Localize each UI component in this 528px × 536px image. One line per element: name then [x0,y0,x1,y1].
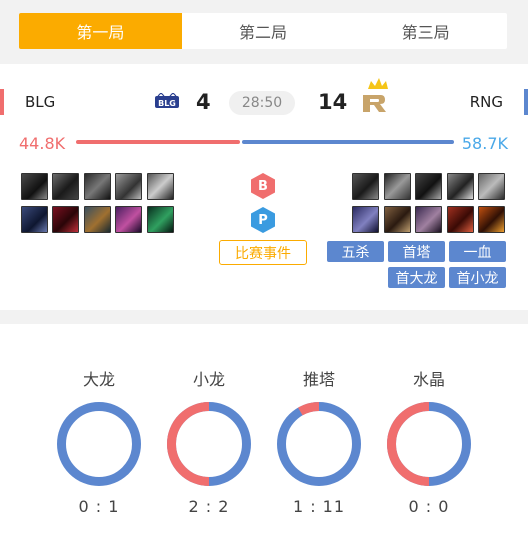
tag-first-dragon: 首小龙 [449,267,506,288]
stat-label: 推塔 [302,370,335,389]
baron-ratio-ring [57,402,141,486]
left-pick-champion-2[interactable] [52,206,79,233]
ring-left-segment [298,402,320,416]
ban-label: B [258,178,268,194]
dragon-ratio-ring [167,402,251,486]
stat-score: 0 : 0 [408,497,450,516]
left-pick-champion-3[interactable] [84,206,111,233]
right-ban-champion-5[interactable] [478,173,505,200]
left-ban-champion-1[interactable] [21,173,48,200]
left-pick-champion-4[interactable] [115,206,142,233]
tag-penta-kill: 五杀 [327,241,384,262]
tag-first-blood: 一血 [449,241,506,262]
stat-label: 小龙 [192,370,225,389]
ban-row-marker: B [251,173,275,199]
left-ban-champion-2[interactable] [52,173,79,200]
left-pick-champion-1[interactable] [21,206,48,233]
stat-score: 2 : 2 [188,497,230,516]
left-team-gold: 44.8K [19,134,66,153]
right-pick-champion-1[interactable] [352,206,379,233]
left-ban-champion-3[interactable] [84,173,111,200]
ring-right-segment [277,402,361,486]
right-ban-champion-2[interactable] [384,173,411,200]
right-pick-champion-3[interactable] [415,206,442,233]
blg-logo: BLG [155,93,179,108]
right-team-gold: 58.7K [461,134,508,153]
left-team-name: BLG [25,93,56,111]
left-team-kills: 4 [196,90,211,114]
ring-right-segment [57,402,141,486]
tab-game-2[interactable]: 第二局 [182,13,345,49]
match-summary-card: BLG BLG 4 28:50 14 RNG 44.8K 58.7K B P 比… [0,64,528,310]
left-team-color-marker [0,89,4,115]
ring-left-segment [387,402,430,486]
stat-label: 大龙 [82,370,115,389]
stat-label: 水晶 [412,370,445,389]
right-gold-bar [242,140,454,144]
objective-stats-panel: 大龙 0 : 1 小龙 2 : 2 推塔 1 : 11 水晶 0 : 0 [0,324,528,536]
inhibitor-ratio-ring [387,402,471,486]
ring-left-segment [167,402,210,486]
tag-first-baron: 首大龙 [388,267,445,288]
tab-game-3[interactable]: 第三局 [344,13,507,49]
right-ban-champion-4[interactable] [447,173,474,200]
right-ban-champion-3[interactable] [415,173,442,200]
stat-score: 1 : 11 [292,497,346,516]
right-team-color-marker [524,89,528,115]
tab-game-1[interactable]: 第一局 [19,13,182,49]
right-pick-champion-5[interactable] [478,206,505,233]
pick-label: P [258,212,268,228]
stat-score: 0 : 1 [78,497,120,516]
game-duration: 28:50 [229,91,295,115]
pick-row-marker: P [251,207,275,233]
right-team-kills: 14 [318,90,348,114]
tag-first-tower: 首塔 [388,241,445,262]
right-pick-champion-4[interactable] [447,206,474,233]
left-ban-champion-5[interactable] [147,173,174,200]
left-gold-bar [76,140,240,144]
left-pick-champion-5[interactable] [147,206,174,233]
game-tabs: 第一局 第二局 第三局 [19,13,507,49]
left-ban-champion-4[interactable] [115,173,142,200]
right-pick-champion-2[interactable] [384,206,411,233]
match-events-button[interactable]: 比赛事件 [219,240,307,265]
right-ban-champion-1[interactable] [352,173,379,200]
rng-logo [363,78,388,112]
tower-ratio-ring [277,402,361,486]
right-team-name: RNG [469,93,503,111]
svg-text:BLG: BLG [158,99,176,108]
